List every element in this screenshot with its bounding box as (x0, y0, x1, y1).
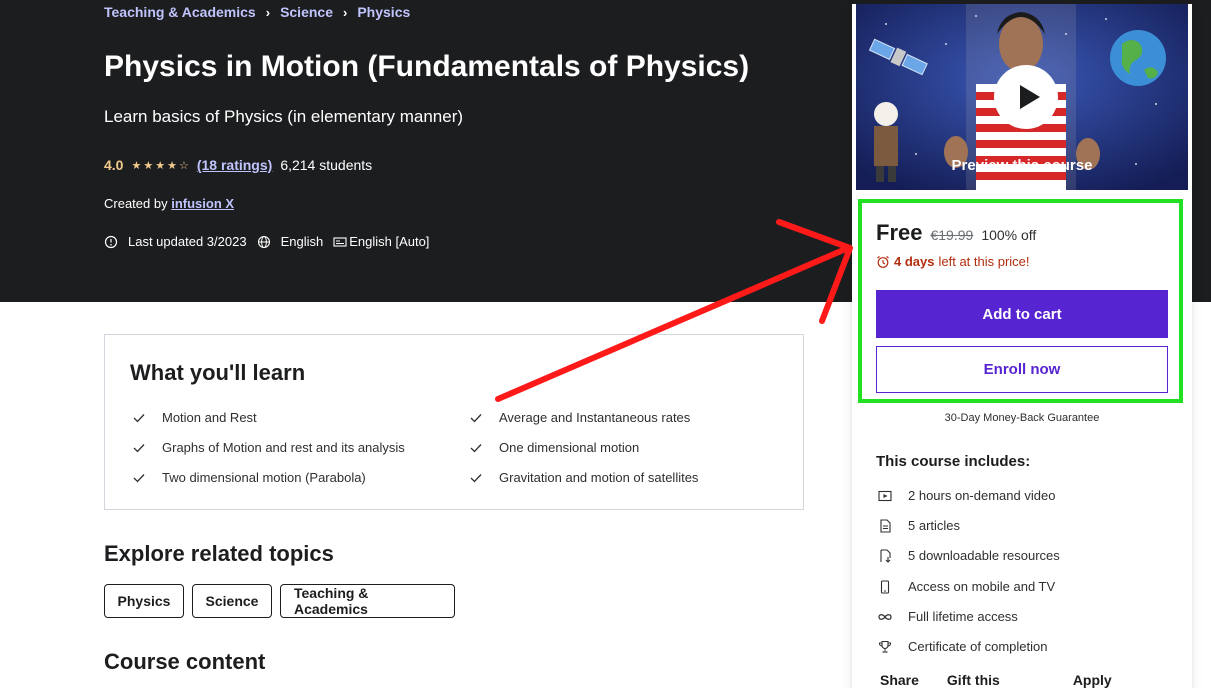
learn-item: Gravitation and motion of satellites (469, 470, 698, 485)
students-count: 6,214 students (280, 157, 373, 173)
learn-item-text: One dimensional motion (499, 440, 640, 455)
learn-item-text: Gravitation and motion of satellites (499, 470, 699, 485)
created-by-label: Created by (104, 196, 168, 211)
captions: English [Auto] (333, 234, 429, 249)
include-item: Access on mobile and TV (878, 579, 1055, 594)
what-you-learn-box: What you'll learn Motion and Rest Averag… (104, 334, 804, 510)
rating-score: 4.0 (104, 157, 124, 173)
chevron-right-icon: › (265, 4, 271, 20)
breadcrumb-teaching[interactable]: Teaching & Academics (104, 4, 256, 20)
include-item: 2 hours on-demand video (878, 488, 1055, 503)
include-item: Certificate of completion (878, 639, 1047, 654)
include-item-label: 5 articles (908, 518, 961, 533)
globe-icon (257, 235, 270, 248)
trophy-icon (878, 640, 892, 653)
star-icon: ★ (131, 159, 142, 172)
preview-label[interactable]: Preview this course (856, 157, 1188, 174)
topic-pill-teaching[interactable]: Teaching & Academics (280, 584, 455, 618)
course-content-title: Course content (104, 649, 266, 674)
gift-course-link[interactable]: Gift this course (947, 672, 1045, 688)
include-item: Full lifetime access (878, 609, 1018, 624)
related-topics-title: Explore related topics (104, 541, 334, 566)
include-item-label: Certificate of completion (908, 639, 1048, 654)
page-title: Physics in Motion (Fundamentals of Physi… (104, 50, 750, 83)
breadcrumb-science[interactable]: Science (280, 4, 333, 20)
breadcrumb: Teaching & Academics › Science › Physics (104, 4, 410, 20)
course-meta: Last updated 3/2023 English English [Aut… (104, 234, 439, 249)
learn-item: Average and Instantaneous rates (469, 410, 690, 425)
captions-text: English [Auto] (349, 234, 430, 249)
star-icon: ★ (155, 159, 166, 172)
star-icon: ★ (167, 159, 177, 172)
star-rating: ★ ★ ★ ★ ☆ (131, 159, 188, 172)
learn-item-text: Graphs of Motion and rest and its analys… (162, 440, 405, 455)
mobile-icon (880, 579, 890, 594)
include-item: 5 articles (878, 518, 960, 533)
breadcrumb-physics[interactable]: Physics (357, 4, 410, 20)
check-icon (470, 473, 482, 482)
include-item-label: 2 hours on-demand video (908, 488, 1056, 503)
include-item-label: Access on mobile and TV (908, 579, 1056, 594)
learn-item-text: Two dimensional motion (Parabola) (162, 470, 366, 485)
apply-coupon-link[interactable]: Apply Coupon (1073, 672, 1164, 688)
infinity-icon (878, 613, 892, 620)
learn-item-text: Motion and Rest (162, 410, 257, 425)
what-you-learn-title: What you'll learn (130, 360, 306, 385)
last-updated: Last updated 3/2023 (104, 234, 247, 249)
download-icon (880, 548, 891, 563)
chevron-right-icon: › (343, 4, 348, 20)
topic-pill-physics[interactable]: Physics (104, 584, 184, 618)
alert-badge-icon (104, 235, 118, 248)
learn-item: Graphs of Motion and rest and its analys… (132, 440, 405, 455)
play-button[interactable] (994, 65, 1058, 129)
include-item-label: 5 downloadable resources (908, 548, 1060, 563)
created-by: Created by infusion X (104, 196, 234, 211)
include-item-label: Full lifetime access (908, 609, 1018, 624)
course-preview[interactable]: Preview this course (856, 4, 1188, 190)
check-icon (470, 443, 482, 452)
closed-caption-icon (333, 236, 347, 247)
learn-item-text: Average and Instantaneous rates (499, 410, 691, 425)
author-link[interactable]: infusion X (171, 196, 234, 211)
includes-title: This course includes: (876, 453, 1031, 470)
star-icon: ★ (143, 159, 154, 172)
topic-pill-science[interactable]: Science (192, 584, 272, 618)
learn-item: Motion and Rest (132, 410, 257, 425)
play-icon (1020, 85, 1040, 109)
course-subtitle: Learn basics of Physics (in elementary m… (104, 107, 464, 126)
language: English (257, 234, 324, 249)
learn-item: Two dimensional motion (Parabola) (132, 470, 366, 485)
rating-row: 4.0 ★ ★ ★ ★ ☆ (18 ratings) 6,214 student… (104, 157, 372, 173)
language-text: English (280, 234, 324, 249)
sidebar-footer-links: Share Gift this course Apply Coupon (880, 672, 1192, 688)
ratings-link[interactable]: (18 ratings) (197, 157, 272, 173)
check-icon (133, 443, 145, 452)
learn-item: One dimensional motion (469, 440, 639, 455)
money-back-guarantee: 30-Day Money-Back Guarantee (944, 412, 1100, 424)
highlight-box (858, 199, 1183, 403)
check-icon (470, 413, 482, 422)
check-icon (133, 413, 145, 422)
video-icon (878, 490, 892, 501)
article-icon (880, 518, 891, 533)
star-empty-icon: ☆ (178, 159, 189, 172)
check-icon (133, 473, 145, 482)
last-updated-text: Last updated 3/2023 (128, 234, 247, 249)
include-item: 5 downloadable resources (878, 548, 1060, 563)
share-link[interactable]: Share (880, 672, 919, 688)
